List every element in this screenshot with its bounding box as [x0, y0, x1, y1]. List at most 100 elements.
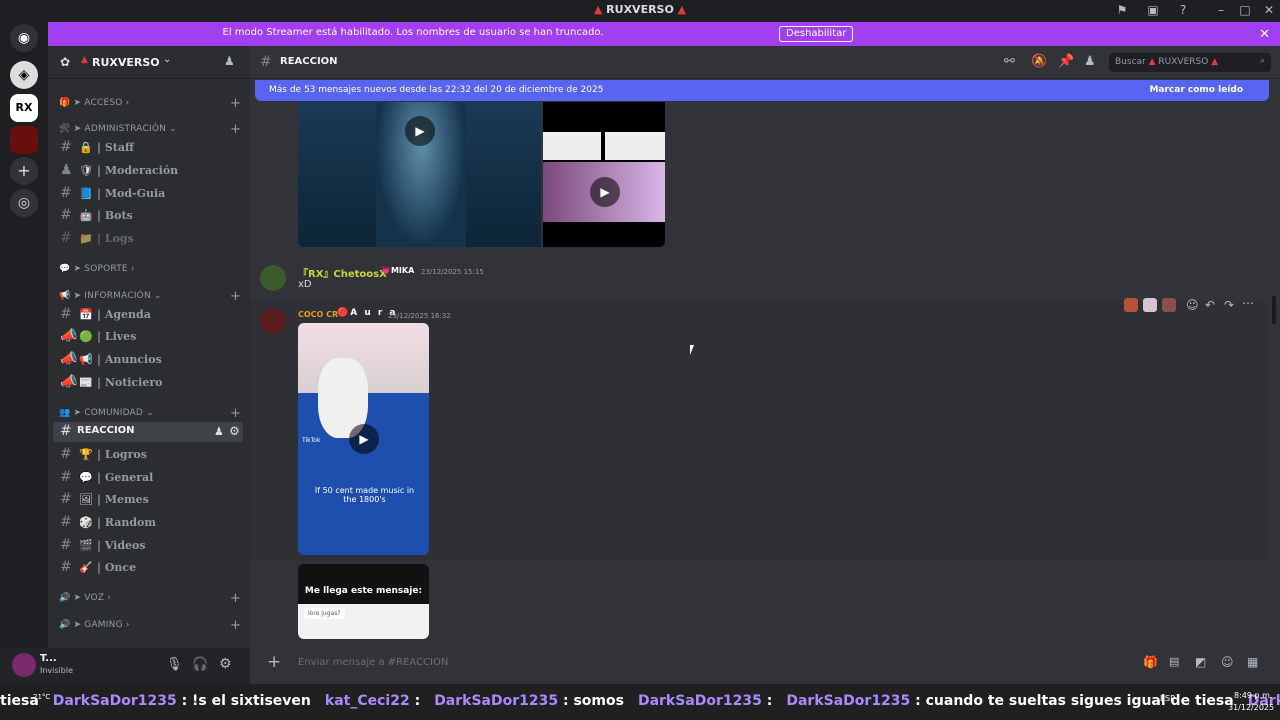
discord-home-icon[interactable]: ◉	[10, 24, 38, 52]
category-gaming[interactable]: 🔊 ➤ GAMING › +	[59, 618, 241, 633]
add-channel-icon[interactable]: +	[230, 618, 241, 633]
maximize-icon[interactable]: □	[1238, 3, 1252, 17]
channel-agenda[interactable]: # 📅 | Agenda	[53, 305, 243, 325]
mark-as-read-button[interactable]: Marcar como leído	[1149, 85, 1243, 95]
language-indicator[interactable]: ESP	[1160, 694, 1175, 703]
announcement-icon: 📣	[60, 351, 78, 367]
invite-icon[interactable]: ♟	[214, 425, 224, 438]
close-window-icon[interactable]: ✕	[1262, 3, 1276, 17]
channel-mod-guia[interactable]: # 📘 | Mod-Guia	[53, 184, 243, 204]
server-icon-raccoon[interactable]: ◈	[10, 61, 38, 89]
new-messages-bar[interactable]: Más de 53 mensajes nuevos desde las 22:3…	[255, 80, 1269, 101]
apps-icon[interactable]: ▦	[1247, 655, 1258, 669]
reaction-emoji-icon[interactable]	[1124, 298, 1138, 312]
discover-icon[interactable]: ◎	[10, 189, 38, 217]
chevron-down-icon[interactable]: ⌄	[163, 54, 171, 65]
channel-logros[interactable]: # 🏆 | Logros	[53, 445, 243, 465]
channel-moderacion[interactable]: ♟ 🛡 | Moderación	[53, 161, 243, 181]
microphone-icon[interactable]: 🎙	[166, 657, 183, 672]
channel-general[interactable]: # 💬 | General	[53, 468, 243, 488]
ticker-username: DarkSaDor1235	[786, 693, 916, 709]
hash-icon: #	[60, 185, 72, 201]
channel-reaccion[interactable]: # REACCION ♟ ⚙	[53, 422, 243, 442]
scrollbar-thumb[interactable]	[1272, 296, 1276, 324]
add-channel-icon[interactable]: +	[230, 591, 241, 606]
channel-random[interactable]: # 🎲 | Random	[53, 513, 243, 533]
channel-bots[interactable]: # 🤖 | Bots	[53, 206, 243, 226]
message-author[interactable]: 『RX』ChetoosX	[298, 265, 387, 280]
category-voz[interactable]: 🔊 ➤ VOZ › +	[59, 591, 241, 606]
add-reaction-icon[interactable]: ☺	[1186, 298, 1199, 312]
close-icon[interactable]: ✕	[1259, 27, 1270, 42]
meme-panel	[543, 132, 601, 160]
channel-noticiero[interactable]: 📣 📰 | Noticiero	[53, 373, 243, 393]
more-options-icon[interactable]: ⋯	[1242, 296, 1254, 310]
add-channel-icon[interactable]: +	[230, 122, 241, 137]
search-input[interactable]: Buscar ▲ RUXVERSO ▲ ⌕	[1109, 53, 1271, 72]
inbox-icon[interactable]: ▣	[1146, 3, 1160, 17]
members-icon[interactable]: ♟	[1084, 54, 1096, 69]
minimize-icon[interactable]: –	[1214, 3, 1228, 17]
server-icon-rx[interactable]: RX	[10, 94, 38, 122]
clock-date[interactable]: 31/12/2025	[1228, 703, 1274, 712]
add-server-icon[interactable]: +	[10, 157, 38, 185]
add-channel-icon[interactable]: +	[230, 289, 241, 304]
play-icon[interactable]: ▶	[590, 177, 620, 207]
channel-once[interactable]: # 🎸 | Once	[53, 558, 243, 578]
add-attachment-icon[interactable]: +	[267, 652, 281, 672]
message-author[interactable]: COCO CR	[298, 310, 338, 319]
hash-icon: #	[60, 230, 72, 246]
video-attachment[interactable]: ▶	[298, 102, 541, 247]
add-channel-icon[interactable]: +	[230, 406, 241, 421]
category-soporte[interactable]: 💬 ➤ SOPORTE ›	[59, 264, 135, 274]
settings-icon[interactable]: ⚙	[219, 656, 232, 672]
reaction-emoji-icon[interactable]	[1143, 298, 1157, 312]
channel-staff[interactable]: # 🔒 | Staff	[53, 138, 243, 158]
channel-anuncios[interactable]: 📣 📢 | Anuncios	[53, 350, 243, 370]
reaction-emoji-icon[interactable]	[1162, 298, 1176, 312]
help-icon[interactable]: ?	[1176, 3, 1190, 17]
message-input[interactable]: Enviar mensaje a #REACCION	[298, 657, 448, 668]
server-icon-ruxverso[interactable]	[10, 126, 38, 154]
video-attachment[interactable]: ▶	[543, 102, 665, 247]
channel-memes[interactable]: # 🖼 | Memes	[53, 490, 243, 510]
add-channel-icon[interactable]: +	[230, 96, 241, 111]
play-icon[interactable]: ▶	[405, 116, 435, 146]
invite-people-icon[interactable]: ♟	[224, 54, 235, 68]
avatar[interactable]	[260, 308, 286, 334]
headphones-icon[interactable]: 🎧	[192, 657, 208, 672]
category-comunidad[interactable]: 👥 ➤ COMUNIDAD ⌄ +	[59, 406, 241, 421]
ticker-entry: DarkSaDor1235 :	[638, 693, 772, 709]
pin-icon[interactable]: 📌	[1058, 54, 1074, 69]
folder-icon: 📁	[79, 232, 93, 245]
emoji-icon[interactable]: ☺	[1221, 655, 1234, 669]
sticker-icon[interactable]: ◩	[1195, 655, 1206, 669]
gear-icon[interactable]: ⚙	[229, 424, 240, 438]
image-attachment[interactable]: Me llega este mensaje: loro jugas?	[298, 564, 429, 639]
message-timestamp: 23/12/2025 15:15	[421, 268, 484, 276]
play-icon[interactable]: ▶	[349, 424, 379, 454]
reply-icon[interactable]: ↶	[1205, 298, 1215, 312]
title-bar: ▲ RUXVERSO ▲ ⚑ ▣ ? – □ ✕	[0, 0, 1280, 21]
video-attachment[interactable]: TikTok ▶ If 50 cent made music in the 18…	[298, 323, 429, 555]
threads-icon[interactable]: ⚯	[1004, 54, 1015, 69]
category-informacion[interactable]: 📢 ➤ INFORMACIÓN ⌄ +	[59, 289, 241, 304]
gif-icon[interactable]: ▤	[1169, 655, 1179, 668]
weather-text[interactable]: 21°C	[33, 693, 50, 701]
server-header[interactable]: ✿ ▲ RUXVERSO ⌄ ♟	[48, 46, 250, 79]
disable-streamer-button[interactable]: Deshabilitar	[779, 26, 854, 42]
channel-videos[interactable]: # 🎬 | Videos	[53, 536, 243, 556]
channel-logs[interactable]: # 📁 | Logs	[53, 229, 243, 249]
avatar[interactable]	[12, 653, 36, 677]
category-administracion[interactable]: 🛠 ➤ ADMINISTRACIÓN ⌄ +	[59, 122, 241, 137]
mute-bell-icon[interactable]: 🔕	[1031, 54, 1047, 69]
category-acceso[interactable]: 🎁 ➤ ACCESO › +	[59, 96, 241, 111]
message-composer[interactable]: + Enviar mensaje a #REACCION 🎁 ▤ ◩ ☺ ▦	[255, 649, 1273, 677]
avatar[interactable]	[260, 265, 286, 291]
forward-icon[interactable]: ↷	[1224, 298, 1234, 312]
gift-icon[interactable]: 🎁	[1143, 655, 1158, 669]
clock-time[interactable]: 8:49 p.m.	[1234, 691, 1272, 700]
channel-lives[interactable]: 📣 🟢 | Lives	[53, 327, 243, 347]
trophy-icon: 🏆	[79, 448, 93, 461]
flag-icon[interactable]: ⚑	[1115, 3, 1129, 17]
